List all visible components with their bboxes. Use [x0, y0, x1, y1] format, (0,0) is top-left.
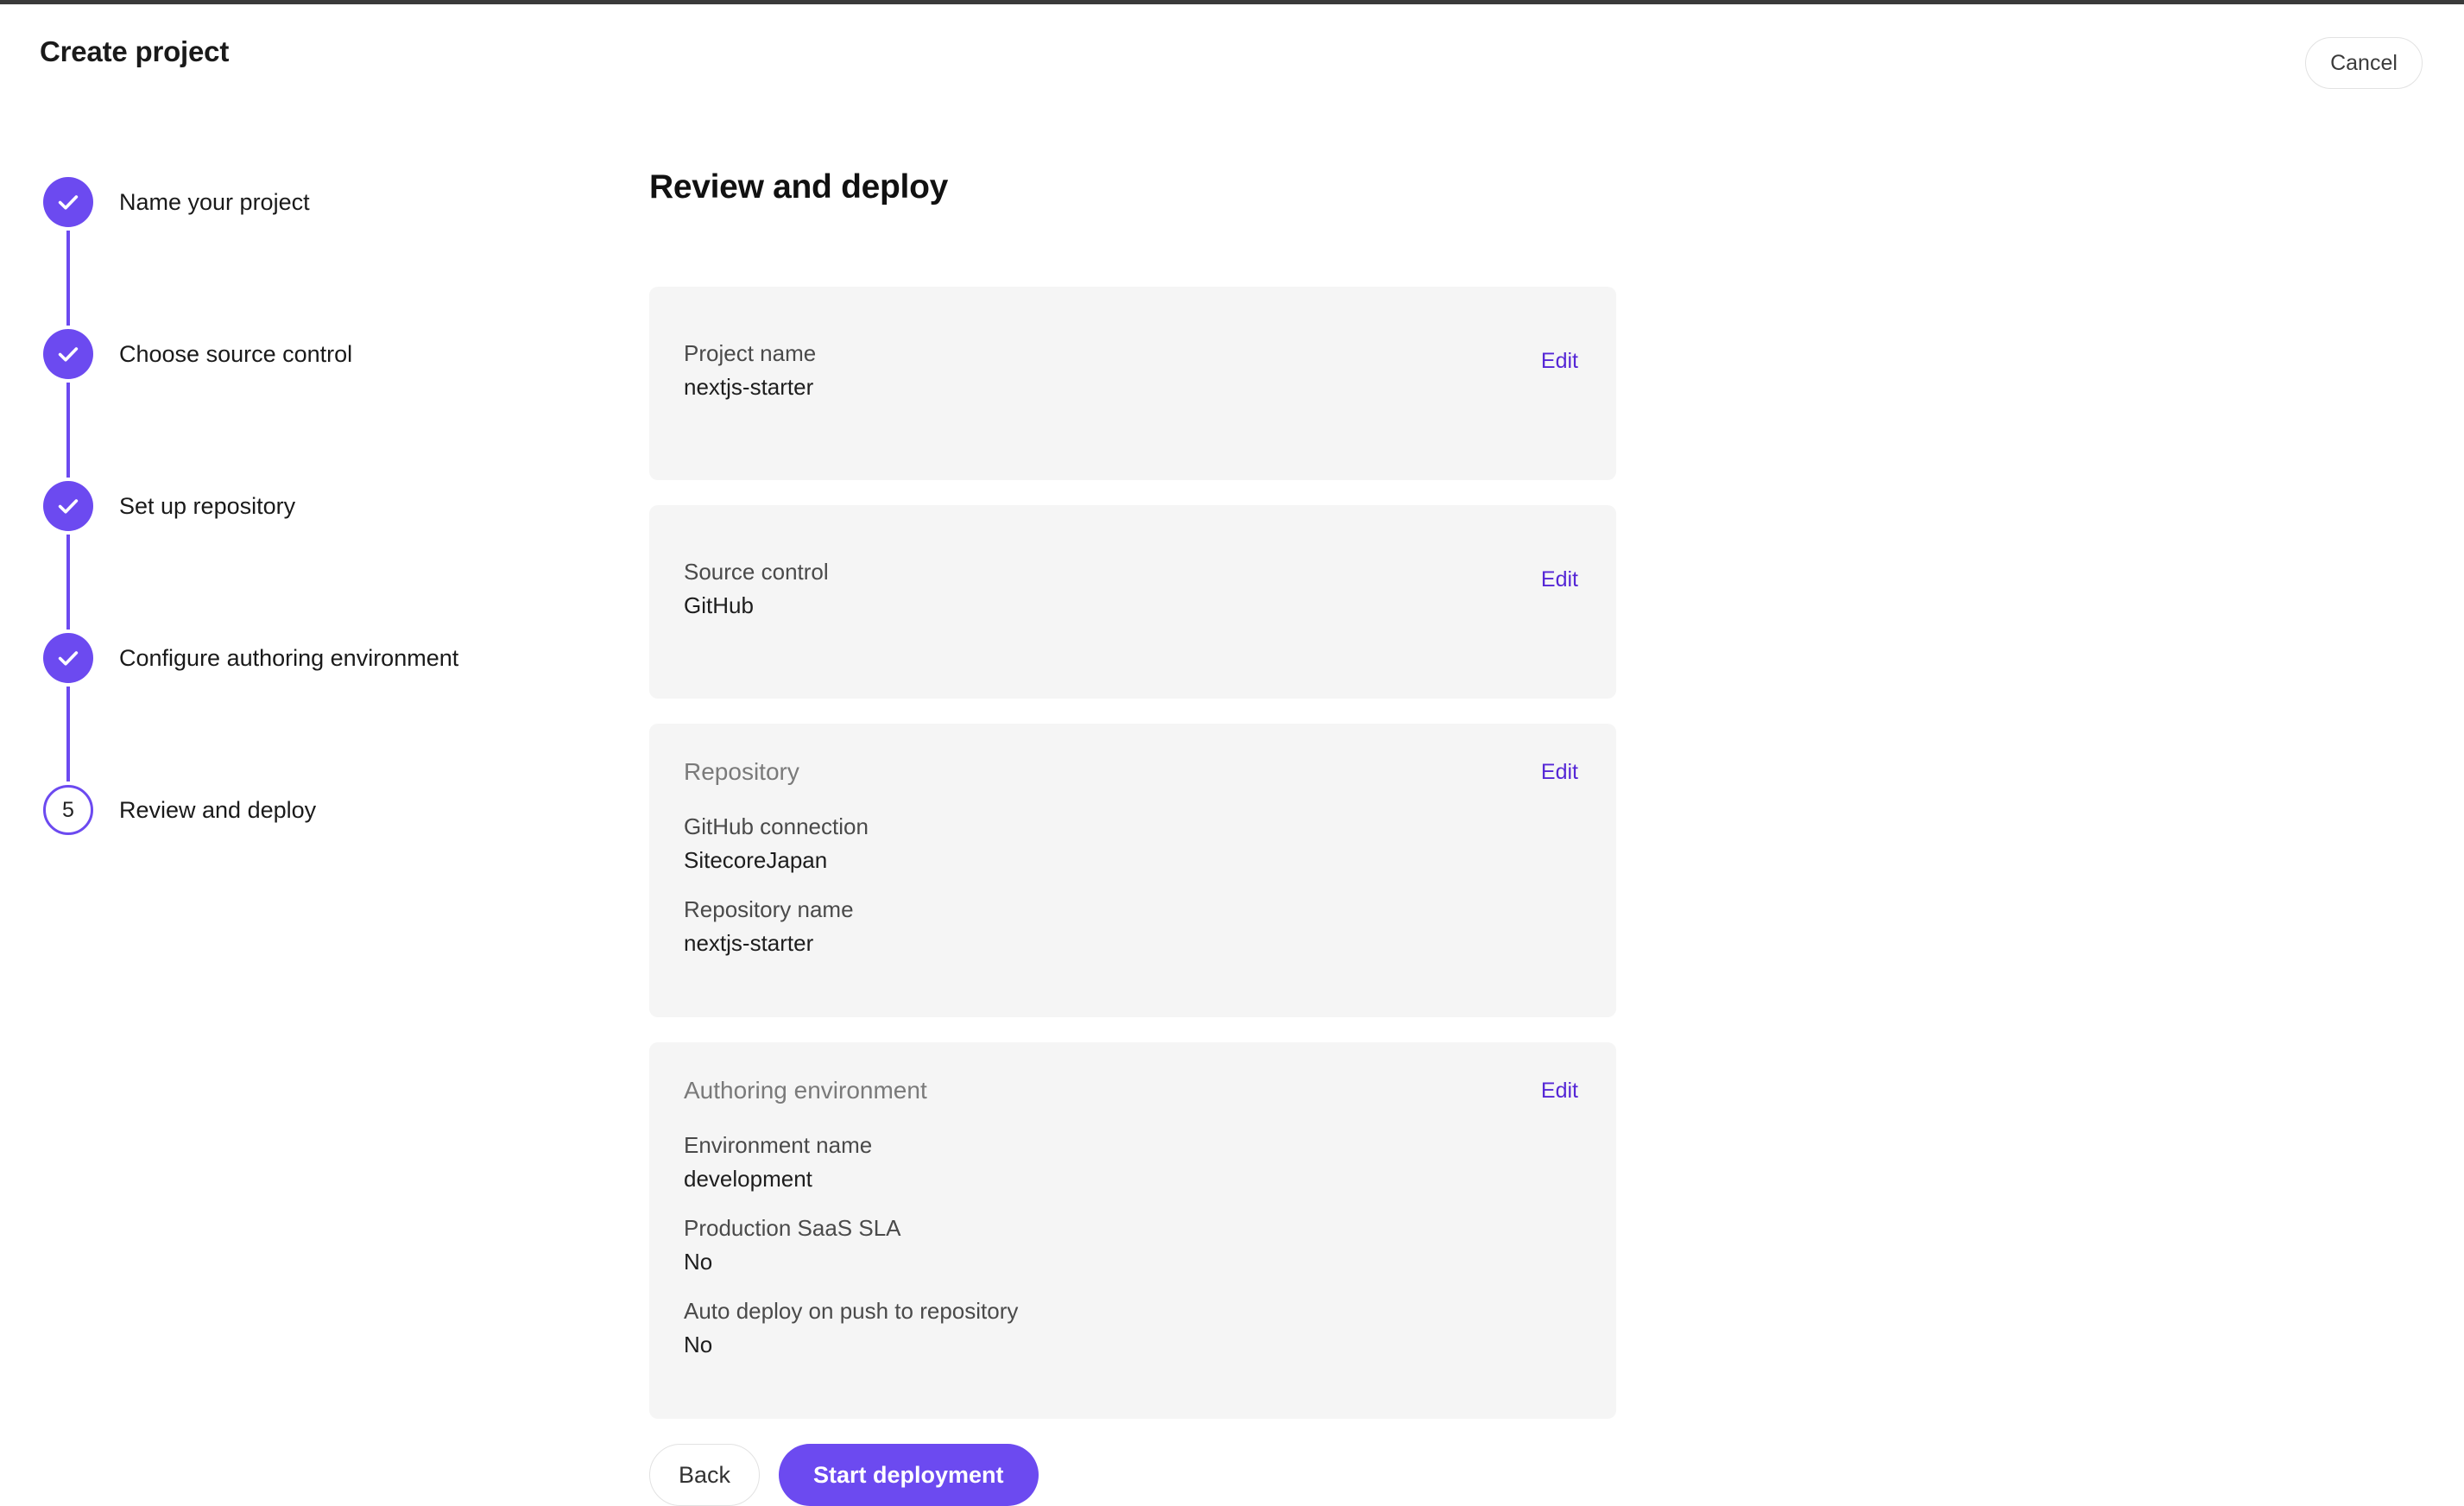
- wizard-actions: Back Start deployment: [649, 1444, 1616, 1506]
- step-marker-complete: [43, 177, 93, 227]
- summary-field: Source control GitHub: [684, 559, 1578, 619]
- step-connector-line: [66, 383, 70, 478]
- sidebar-step-review-and-deploy[interactable]: 5 Review and deploy: [43, 785, 596, 840]
- field-label: Auto deploy on push to repository: [684, 1298, 1578, 1325]
- step-connector-line: [66, 535, 70, 630]
- sidebar-step-label: Review and deploy: [119, 797, 316, 824]
- field-label: Source control: [684, 559, 1578, 585]
- check-icon: [55, 341, 81, 367]
- step-marker-complete: [43, 329, 93, 379]
- field-value: No: [684, 1332, 1578, 1358]
- field-value: GitHub: [684, 592, 1578, 619]
- summary-card-repository: Repository GitHub connection SitecoreJap…: [649, 724, 1616, 1017]
- page-title: Create project: [40, 35, 229, 68]
- field-value: No: [684, 1249, 1578, 1275]
- page-header: Create project Cancel: [0, 4, 2464, 117]
- cancel-button[interactable]: Cancel: [2305, 37, 2423, 89]
- field-label: Repository name: [684, 896, 1578, 923]
- card-heading: Authoring environment: [684, 1077, 1578, 1104]
- review-and-deploy-panel: Review and deploy Project name nextjs-st…: [649, 168, 1616, 1506]
- sidebar-step-label: Choose source control: [119, 341, 352, 368]
- back-button[interactable]: Back: [649, 1444, 760, 1506]
- start-deployment-button[interactable]: Start deployment: [779, 1444, 1039, 1506]
- sidebar-step-name-your-project[interactable]: Name your project: [43, 177, 596, 329]
- edit-source-control-link[interactable]: Edit: [1541, 567, 1578, 592]
- card-heading: Repository: [684, 758, 1578, 786]
- step-connector-line: [66, 687, 70, 781]
- summary-field: Auto deploy on push to repository No: [684, 1298, 1578, 1358]
- edit-repository-link[interactable]: Edit: [1541, 760, 1578, 785]
- field-value: nextjs-starter: [684, 374, 1578, 401]
- summary-field: Production SaaS SLA No: [684, 1215, 1578, 1275]
- edit-project-name-link[interactable]: Edit: [1541, 349, 1578, 374]
- check-icon: [55, 189, 81, 215]
- sidebar-step-label: Configure authoring environment: [119, 645, 458, 672]
- summary-field: Environment name development: [684, 1132, 1578, 1193]
- field-label: Production SaaS SLA: [684, 1215, 1578, 1242]
- step-marker-complete: [43, 633, 93, 683]
- summary-card-authoring-environment: Authoring environment Environment name d…: [649, 1042, 1616, 1419]
- step-number: 5: [62, 800, 74, 821]
- sidebar-step-label: Set up repository: [119, 493, 295, 520]
- create-project-stepper: Name your project Choose source control …: [43, 177, 596, 840]
- sidebar-step-choose-source-control[interactable]: Choose source control: [43, 329, 596, 481]
- sidebar-step-configure-authoring-environment[interactable]: Configure authoring environment: [43, 633, 596, 785]
- step-marker-complete: [43, 481, 93, 531]
- sidebar-step-label: Name your project: [119, 189, 310, 216]
- summary-field: GitHub connection SitecoreJapan: [684, 813, 1578, 874]
- field-value: nextjs-starter: [684, 930, 1578, 957]
- check-icon: [55, 645, 81, 671]
- step-connector-line: [66, 231, 70, 326]
- field-value: SitecoreJapan: [684, 847, 1578, 874]
- create-project-page: Create project Cancel Name your project …: [0, 4, 2464, 1458]
- field-value: development: [684, 1166, 1578, 1193]
- check-icon: [55, 493, 81, 519]
- summary-card-project-name: Project name nextjs-starter Edit: [649, 287, 1616, 480]
- edit-authoring-environment-link[interactable]: Edit: [1541, 1079, 1578, 1104]
- field-label: Environment name: [684, 1132, 1578, 1159]
- summary-field: Project name nextjs-starter: [684, 340, 1578, 401]
- summary-card-source-control: Source control GitHub Edit: [649, 505, 1616, 699]
- summary-field: Repository name nextjs-starter: [684, 896, 1578, 957]
- step-marker-current: 5: [43, 785, 93, 835]
- sidebar-step-set-up-repository[interactable]: Set up repository: [43, 481, 596, 633]
- field-label: Project name: [684, 340, 1578, 367]
- field-label: GitHub connection: [684, 813, 1578, 840]
- section-title: Review and deploy: [649, 168, 1616, 206]
